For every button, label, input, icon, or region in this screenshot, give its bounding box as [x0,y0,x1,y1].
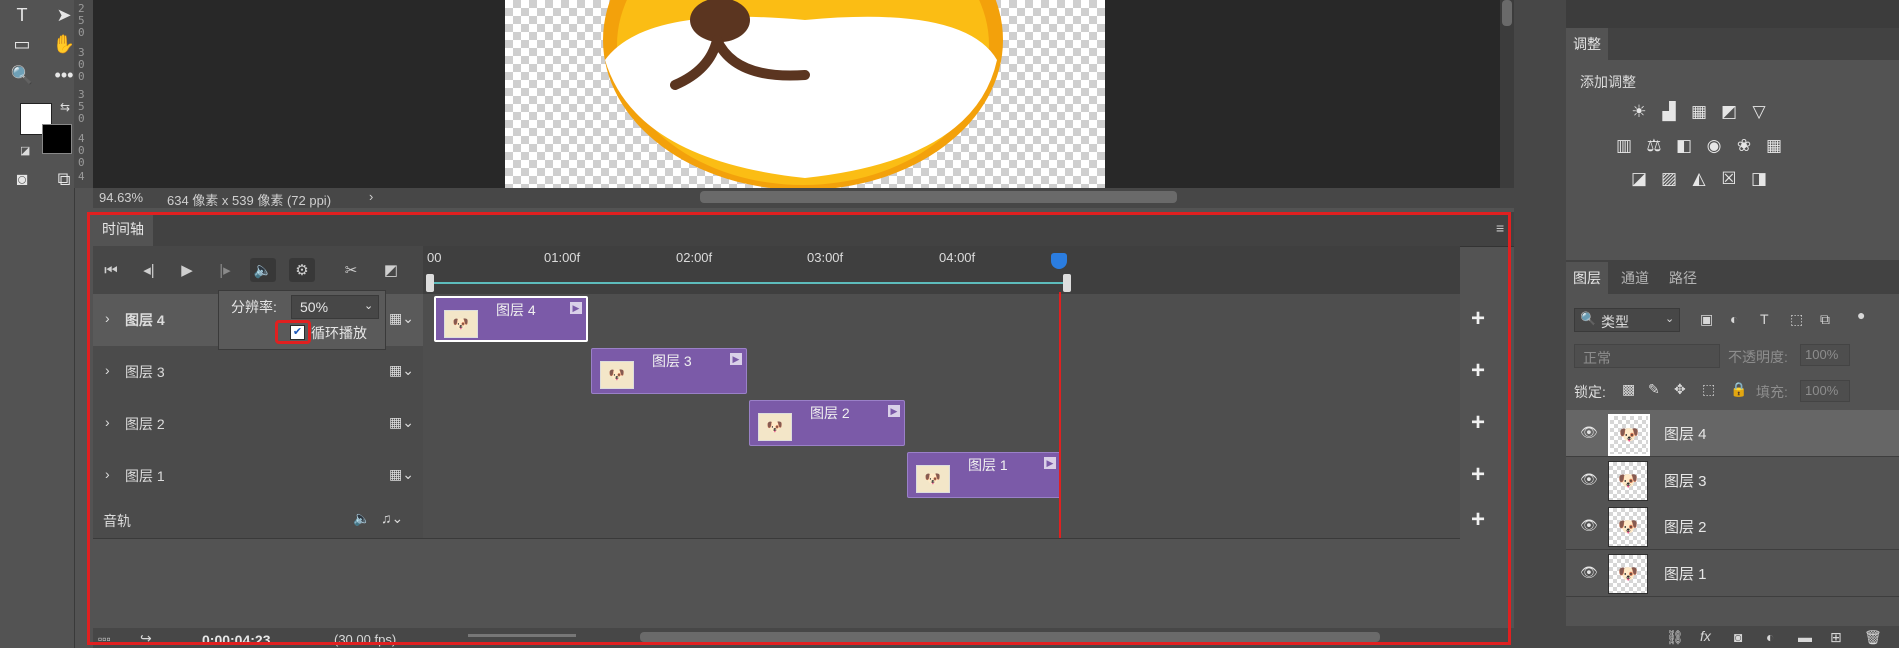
layer-name[interactable]: 图层 4 [1664,423,1707,444]
lock-pixels-icon[interactable]: ✎ [1648,381,1660,398]
tab-paths[interactable]: 路径 [1662,262,1704,294]
layer-filter-select[interactable]: 🔍 类型 ⌄ [1574,308,1680,332]
ruler-number: 0 [78,26,85,39]
zoom-tool-icon[interactable]: 🔍 [8,62,36,88]
layer-row-1[interactable]: 👁 🐶 图层 1 [1566,550,1899,597]
layer-name[interactable]: 图层 1 [1664,563,1707,584]
opacity-value: 100% [1805,347,1839,362]
tab-layers[interactable]: 图层 [1566,262,1608,294]
blend-mode-value: 正常 [1583,350,1611,366]
lock-position-icon[interactable]: ✥ [1674,381,1686,398]
lock-artboard-icon[interactable]: ⬚ [1702,381,1715,398]
tools-panel: T ➤ ▭ ✋ 🔍 ••• ⇆ ◪ ◙ ⧉ [0,0,75,648]
smart-object-filter-icon[interactable]: ⧉ [1820,311,1830,328]
panel-divider [1514,0,1566,648]
lock-transparency-icon[interactable]: ▩ [1622,381,1635,398]
color-balance-icon[interactable]: ⚖ [1642,135,1666,157]
ruler-number: 4 [78,170,85,183]
layer-style-icon[interactable]: fx [1700,628,1711,644]
ruler-number: 0 [78,112,85,125]
link-layers-icon[interactable]: ⛓ [1666,629,1684,646]
ruler-number: 0 [78,156,85,169]
new-layer-icon[interactable]: ⊞ [1830,629,1842,646]
adjustment-layer-icon[interactable]: ◐ [1766,629,1774,645]
shape-filter-icon[interactable]: ⬚ [1790,311,1803,328]
filter-toggle-icon[interactable]: ● [1857,307,1865,323]
opacity-label: 不透明度: [1728,349,1788,365]
vertical-ruler: 2 5 0 3 0 0 3 5 0 4 0 0 4 [74,0,94,188]
tab-adjustments[interactable]: 调整 [1566,28,1608,60]
fill-value: 100% [1805,383,1839,398]
channel-mixer-icon[interactable]: ❀ [1732,135,1756,157]
layer-thumbnail: 🐶 [1608,507,1648,547]
layer-thumbnail: 🐶 [1608,461,1648,501]
zoom-level[interactable]: 94.63% [99,190,143,205]
layer-name[interactable]: 图层 2 [1664,516,1707,537]
layer-row-4[interactable]: 👁 🐶 图层 4 [1566,410,1899,457]
layer-thumbnail: 🐶 [1608,554,1648,594]
gradient-map-icon[interactable]: ◨ [1747,168,1771,190]
adjustment-filter-icon[interactable]: ◐ [1730,311,1738,327]
default-colors-icon[interactable]: ◪ [20,144,30,157]
status-menu-arrow[interactable]: › [369,189,373,204]
highlight-timeline-outline [87,212,1511,645]
rectangle-tool-icon[interactable]: ▭ [8,31,36,57]
swap-colors-icon[interactable]: ⇆ [60,100,70,114]
ruler-number: 0 [78,70,85,83]
brightness-icon[interactable]: ☀ [1627,101,1651,123]
layer-row-2[interactable]: 👁 🐶 图层 2 [1566,503,1899,550]
vertical-scroll-thumb[interactable] [1502,0,1512,26]
lock-label: 锁定: [1574,384,1606,400]
visibility-eye-icon[interactable]: 👁 [1580,564,1598,582]
curves-icon[interactable]: ▦ [1687,101,1711,123]
fill-label: 填充: [1756,384,1788,400]
add-mask-icon[interactable]: ◙ [1734,629,1742,645]
visibility-eye-icon[interactable]: 👁 [1580,517,1598,535]
delete-layer-icon[interactable]: 🗑 [1864,629,1882,646]
black-white-icon[interactable]: ◧ [1672,135,1696,157]
vibrance-icon[interactable]: ▽ [1747,101,1771,123]
background-color-swatch[interactable] [42,124,72,154]
invert-icon[interactable]: ◪ [1627,168,1651,190]
layer-name[interactable]: 图层 3 [1664,470,1707,491]
vertical-scrollbar[interactable] [1500,0,1514,188]
layer-thumbnail: 🐶 [1608,414,1650,456]
layer-row-3[interactable]: 👁 🐶 图层 3 [1566,457,1899,504]
group-folder-icon[interactable]: ▬ [1798,629,1812,645]
selective-color-icon[interactable]: ☒ [1717,168,1741,190]
fill-field[interactable]: 100% [1800,380,1850,402]
document-info: 634 像素 x 539 像素 (72 ppi) [167,193,332,208]
pixel-layer-filter-icon[interactable]: ▣ [1700,311,1713,328]
adjustments-tabbar [1566,28,1899,60]
highlight-loop-checkbox [275,320,311,344]
layers-footer [1566,626,1899,648]
visibility-eye-icon[interactable]: 👁 [1580,424,1598,442]
levels-icon[interactable]: ▟ [1657,101,1681,123]
photo-filter-icon[interactable]: ◉ [1702,135,1726,157]
hue-saturation-icon[interactable]: ▥ [1612,135,1636,157]
blend-mode-select[interactable]: 正常 [1574,344,1720,368]
horizontal-scroll-thumb[interactable] [700,191,1177,203]
quick-mask-icon[interactable]: ◙ [8,166,36,192]
layer-filter-value: 类型 [1601,314,1629,330]
threshold-icon[interactable]: ◭ [1687,168,1711,190]
search-icon: 🔍 [1580,311,1597,326]
visibility-eye-icon[interactable]: 👁 [1580,471,1598,489]
dog-face-illustration [603,0,1003,188]
type-filter-icon[interactable]: T [1760,311,1769,327]
tab-channels[interactable]: 通道 [1614,262,1656,294]
document-canvas[interactable] [505,0,1105,188]
exposure-icon[interactable]: ◩ [1717,101,1741,123]
add-adjustment-label: 添加调整 [1580,74,1636,90]
top-panel-strip [1566,0,1899,28]
lock-all-icon[interactable]: 🔒 [1730,381,1747,398]
posterize-icon[interactable]: ▨ [1657,168,1681,190]
color-lookup-icon[interactable]: ▦ [1762,135,1786,157]
opacity-field[interactable]: 100% [1800,344,1850,366]
chevron-down-icon: ⌄ [1665,313,1675,325]
type-tool-icon[interactable]: T [8,2,36,28]
